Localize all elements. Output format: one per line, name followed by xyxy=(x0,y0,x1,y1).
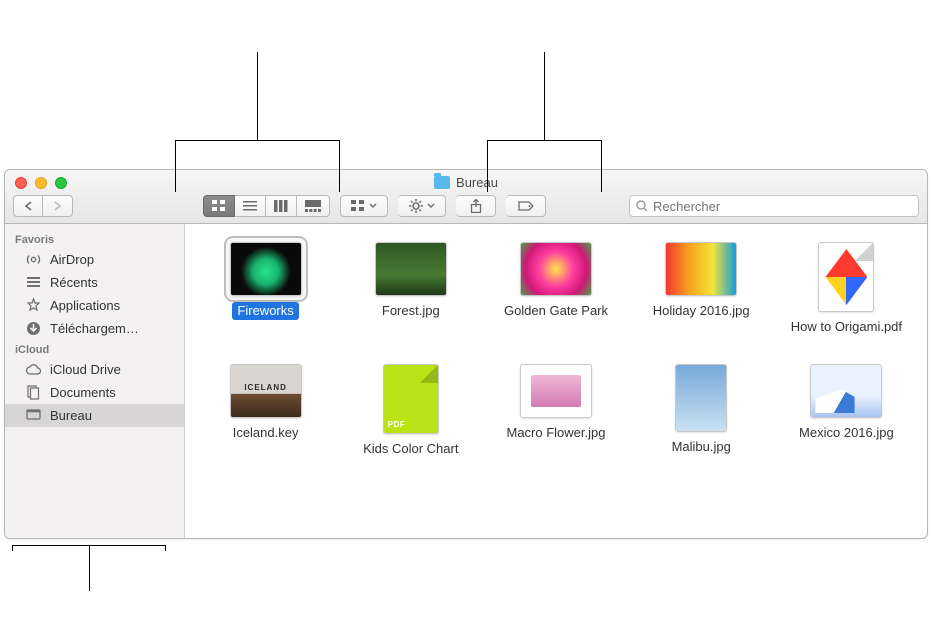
toolbar xyxy=(13,195,919,217)
file-item[interactable]: Holiday 2016.jpg xyxy=(635,242,768,336)
callout-line xyxy=(601,140,602,192)
downloads-icon xyxy=(25,320,42,337)
file-grid: Fireworks Forest.jpg Golden Gate Park Holid… xyxy=(199,242,913,459)
file-label: Golden Gate Park xyxy=(499,302,613,320)
recents-icon xyxy=(25,274,42,291)
sidebar-heading: iCloud xyxy=(5,340,184,358)
file-label: Holiday 2016.jpg xyxy=(648,302,755,320)
finder-window: Bureau xyxy=(4,169,928,539)
search-input[interactable] xyxy=(653,199,912,214)
gallery-icon xyxy=(305,200,321,212)
window-title: Bureau xyxy=(5,175,927,190)
nav-buttons xyxy=(13,195,73,217)
documents-icon xyxy=(25,384,42,401)
search-field[interactable] xyxy=(629,195,919,217)
tag-icon xyxy=(518,200,534,212)
forward-button[interactable] xyxy=(43,195,73,217)
file-item[interactable]: Malibu.jpg xyxy=(635,364,768,458)
columns-icon xyxy=(274,200,288,212)
file-label: How to Origami.pdf xyxy=(786,318,907,336)
file-thumbnail xyxy=(810,364,882,418)
callout-line xyxy=(487,140,488,192)
file-item[interactable]: Iceland.key xyxy=(199,364,332,458)
sidebar: Favoris AirDrop Récents Applications Télécha… xyxy=(5,224,185,538)
file-label: Forest.jpg xyxy=(377,302,445,320)
callout-line xyxy=(487,140,601,141)
back-button[interactable] xyxy=(13,195,43,217)
file-item[interactable]: Forest.jpg xyxy=(344,242,477,336)
sidebar-item-documents[interactable]: Documents xyxy=(5,381,184,404)
sidebar-item-label: Documents xyxy=(50,385,116,400)
file-thumbnail: PDF xyxy=(383,364,439,434)
file-thumbnail xyxy=(665,242,737,296)
file-label: Fireworks xyxy=(232,302,298,320)
arrange-button[interactable] xyxy=(340,195,388,217)
callout-line xyxy=(175,140,339,141)
callout-line xyxy=(175,140,176,192)
file-label: Kids Color Chart xyxy=(358,440,463,458)
sidebar-item-label: Bureau xyxy=(50,408,92,423)
sidebar-heading: Favoris xyxy=(5,230,184,248)
gallery-view-button[interactable] xyxy=(297,195,330,217)
file-label: Mexico 2016.jpg xyxy=(794,424,899,442)
folder-icon xyxy=(434,176,450,189)
share-button[interactable] xyxy=(456,195,496,217)
chevron-down-icon xyxy=(427,203,435,209)
sidebar-item-label: AirDrop xyxy=(50,252,94,267)
view-switcher xyxy=(203,195,330,217)
file-thumbnail xyxy=(375,242,447,296)
file-thumbnail xyxy=(520,242,592,296)
grid-icon xyxy=(212,200,226,212)
file-label: Malibu.jpg xyxy=(667,438,736,456)
file-item[interactable]: Fireworks xyxy=(199,242,332,336)
titlebar: Bureau xyxy=(5,170,927,224)
sidebar-item-downloads[interactable]: Téléchargem… xyxy=(5,317,184,340)
sidebar-item-label: Téléchargem… xyxy=(50,321,139,336)
column-view-button[interactable] xyxy=(266,195,297,217)
grid-icon xyxy=(351,200,365,212)
file-thumbnail xyxy=(675,364,727,432)
sidebar-item-desktop[interactable]: Bureau xyxy=(5,404,184,427)
file-thumbnail xyxy=(230,364,302,418)
sidebar-item-label: iCloud Drive xyxy=(50,362,121,377)
file-thumbnail: PDF xyxy=(818,242,874,312)
window-body: Favoris AirDrop Récents Applications Télécha… xyxy=(5,224,927,538)
share-icon xyxy=(470,199,482,213)
window-title-text: Bureau xyxy=(456,175,498,190)
chevron-right-icon xyxy=(53,201,62,211)
list-view-button[interactable] xyxy=(235,195,266,217)
desktop-icon xyxy=(25,407,42,424)
callout-line xyxy=(89,545,90,591)
cloud-icon xyxy=(25,361,42,378)
gear-icon xyxy=(409,199,423,213)
sidebar-item-label: Applications xyxy=(50,298,120,313)
applications-icon xyxy=(25,297,42,314)
callout-line xyxy=(257,52,258,140)
file-label: Iceland.key xyxy=(228,424,304,442)
sidebar-item-label: Récents xyxy=(50,275,98,290)
callout-line xyxy=(339,140,340,192)
chevron-left-icon xyxy=(24,201,33,211)
content-area[interactable]: Fireworks Forest.jpg Golden Gate Park Holid… xyxy=(185,224,927,538)
callout-line xyxy=(544,52,545,140)
tags-button[interactable] xyxy=(506,195,546,217)
action-button[interactable] xyxy=(398,195,446,217)
airdrop-icon xyxy=(25,251,42,268)
sidebar-item-cloud[interactable]: iCloud Drive xyxy=(5,358,184,381)
file-item[interactable]: Golden Gate Park xyxy=(489,242,622,336)
sidebar-item-applications[interactable]: Applications xyxy=(5,294,184,317)
file-thumbnail xyxy=(230,242,302,296)
sidebar-item-airdrop[interactable]: AirDrop xyxy=(5,248,184,271)
file-item[interactable]: PDF Kids Color Chart xyxy=(344,364,477,458)
sidebar-item-recents[interactable]: Récents xyxy=(5,271,184,294)
file-thumbnail xyxy=(520,364,592,418)
file-item[interactable]: Mexico 2016.jpg xyxy=(780,364,913,458)
chevron-down-icon xyxy=(369,203,377,209)
file-label: Macro Flower.jpg xyxy=(502,424,611,442)
list-icon xyxy=(243,200,257,212)
file-item[interactable]: Macro Flower.jpg xyxy=(489,364,622,458)
icon-view-button[interactable] xyxy=(203,195,235,217)
search-icon xyxy=(636,200,648,212)
file-item[interactable]: PDF How to Origami.pdf xyxy=(780,242,913,336)
